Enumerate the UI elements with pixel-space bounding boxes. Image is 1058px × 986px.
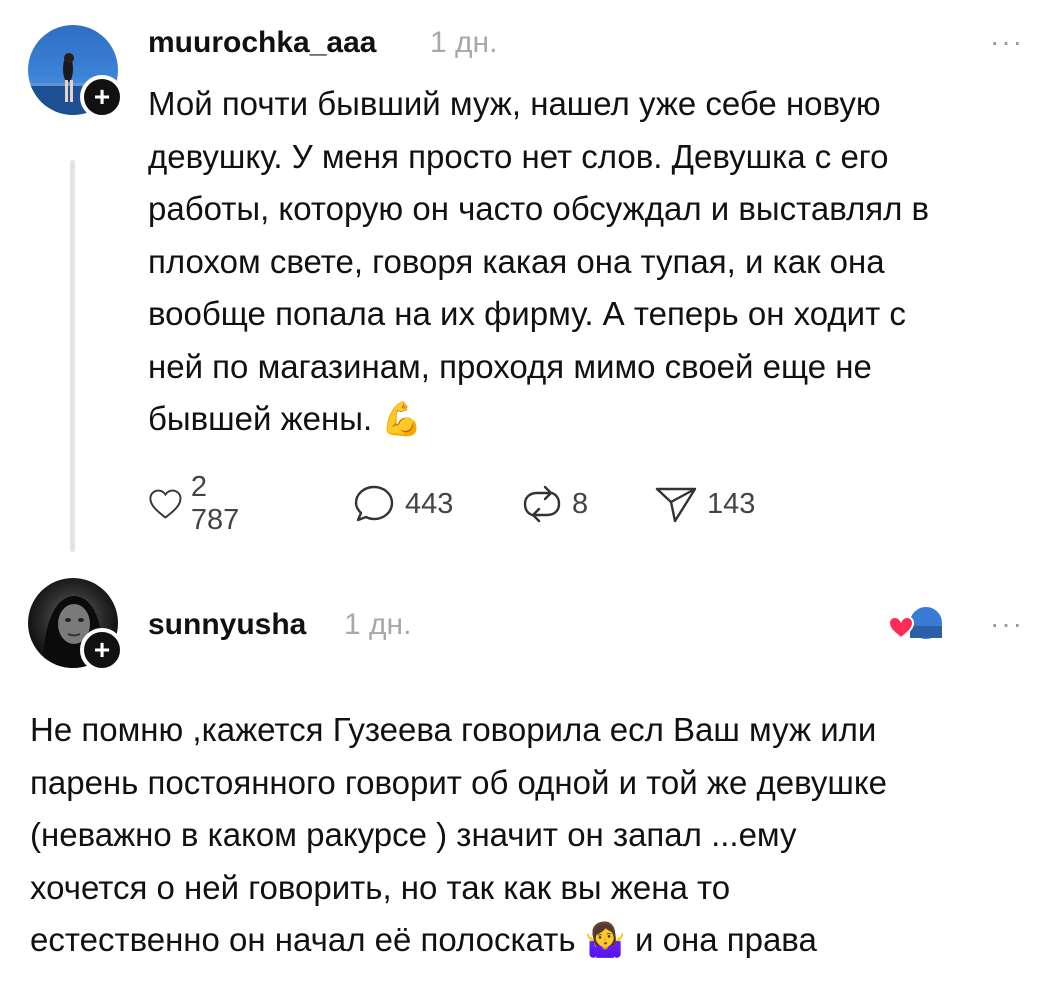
reply-line: (неважно в каком ракурсе ) значит он зап… xyxy=(30,816,797,853)
comment-count: 443 xyxy=(405,487,454,520)
like-count: 2 787 xyxy=(190,471,240,536)
reply-line-last: естественно он начал её полоскать 🤷‍♀️ и… xyxy=(30,914,887,967)
send-icon xyxy=(655,487,697,523)
post-line: плохом свете, говоря какая она тупая, и … xyxy=(148,242,885,280)
more-options-icon[interactable]: ··· xyxy=(990,26,1024,58)
repost-count: 8 xyxy=(572,487,589,520)
heart-icon xyxy=(149,489,182,519)
repost-button[interactable]: 8 xyxy=(520,482,588,526)
comment-icon xyxy=(354,485,394,522)
reply-text: Не помню ,кажется Гузеева говорила есл В… xyxy=(30,704,887,967)
shrug-emoji: 🤷‍♀️ xyxy=(584,921,626,958)
reply-tail: и она права xyxy=(635,921,817,958)
post-line: девушку. У меня просто нет слов. Девушка… xyxy=(148,137,889,175)
share-button[interactable]: 143 xyxy=(653,482,755,526)
timestamp: 1 дн. xyxy=(430,26,498,59)
post-line: ней по магазинам, проходя мимо своей еще… xyxy=(148,347,872,385)
like-button[interactable]: 2 787 xyxy=(148,471,248,536)
post-line-last: бывшей жены. 💪 xyxy=(148,393,929,446)
post-text: Мой почти бывший муж, нашел уже себе нов… xyxy=(148,78,929,446)
heart-reaction-icon xyxy=(887,615,915,640)
timestamp: 1 дн. xyxy=(344,608,412,641)
post-line: вообще попала на их фирму. А теперь он х… xyxy=(148,295,906,332)
comment-button[interactable]: 443 xyxy=(353,482,453,526)
repost-icon xyxy=(523,485,561,523)
username[interactable]: muurochka_aaa xyxy=(148,26,376,60)
share-count: 143 xyxy=(707,487,756,520)
reply-line: парень постоянного говорит об одной и то… xyxy=(30,763,888,801)
reply-line: естественно он начал её полоскать xyxy=(30,921,576,958)
flexed-biceps-emoji: 💪 xyxy=(381,400,423,437)
post-line: работы, которую он часто обсуждал и выст… xyxy=(148,190,930,227)
thread-line xyxy=(70,160,75,552)
follow-plus-icon[interactable]: + xyxy=(80,628,124,672)
post-line: Мой почти бывший муж, нашел уже себе нов… xyxy=(148,85,881,122)
reply-line: хочется о ней говорить, но так как вы же… xyxy=(30,868,731,906)
more-options-icon[interactable]: ··· xyxy=(990,608,1024,640)
username[interactable]: sunnyusha xyxy=(148,608,306,642)
liked-by-author-badge xyxy=(887,604,944,644)
post-line: бывшей жены. xyxy=(148,400,373,437)
reply-line: Не помню ,кажется Гузеева говорила есл В… xyxy=(30,711,877,748)
follow-plus-icon[interactable]: + xyxy=(80,75,124,119)
